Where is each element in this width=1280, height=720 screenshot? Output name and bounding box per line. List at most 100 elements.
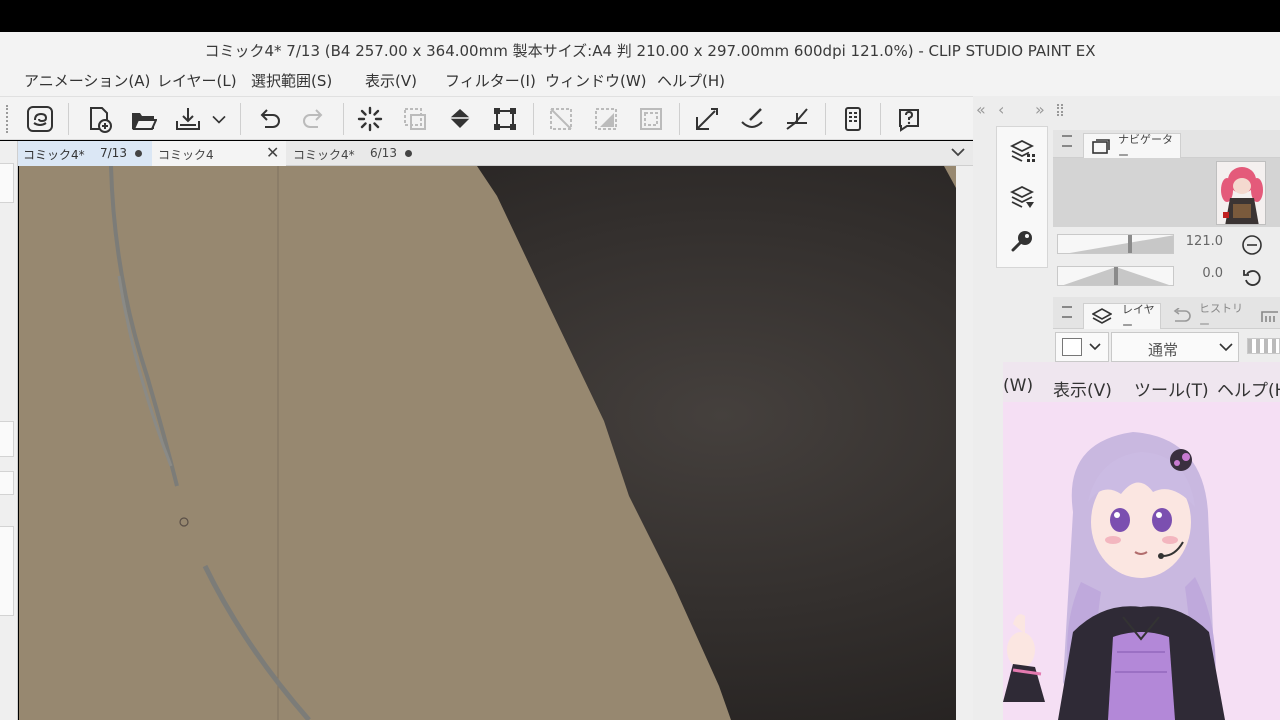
tab-comic4-page6[interactable]: コミック4* 6/13 (286, 141, 420, 166)
expand-right-icon[interactable]: » (1035, 100, 1045, 119)
rotate-slider-row: 0.0 (1053, 261, 1280, 291)
menu-bar: アニメーション(A) レイヤー(L) 選択範囲(S) 表示(V) フィルター(I… (0, 66, 1280, 96)
chevron-down-icon[interactable] (949, 143, 967, 161)
color-swatch (1062, 338, 1082, 356)
extra-panel-icon (1261, 311, 1278, 322)
device-icon[interactable] (837, 103, 869, 135)
overlay-menu-view[interactable]: 表示(V) (1053, 376, 1112, 401)
tab-extra[interactable] (1253, 303, 1280, 329)
opacity-preview[interactable] (1247, 338, 1280, 354)
snap-ruler-icon[interactable] (736, 103, 768, 135)
layer-property-icon[interactable] (1009, 137, 1037, 165)
navigator-icon (1092, 139, 1110, 154)
zoom-out-icon[interactable] (1241, 234, 1263, 256)
thumbnail-artwork (1217, 162, 1265, 224)
menu-help[interactable]: ヘルプ(H) (657, 70, 725, 91)
toolbar-separator (825, 103, 826, 135)
menu-animation[interactable]: アニメーション(A) (24, 70, 150, 91)
toolbar-separator (679, 103, 680, 135)
loading-icon[interactable] (354, 103, 386, 135)
tab-layer[interactable]: レイヤー (1083, 303, 1161, 332)
layer-side-tools (996, 126, 1048, 268)
close-icon[interactable]: ✕ (266, 143, 279, 162)
collapse-left-icon[interactable]: « (976, 100, 986, 119)
window-title: コミック4* 7/13 (B4 257.00 x 364.00mm 製本サイズ:… (204, 42, 1096, 60)
redo-icon[interactable] (298, 103, 330, 135)
layer-color-select[interactable] (1055, 332, 1109, 362)
zoom-slider[interactable] (1057, 234, 1174, 254)
transform-icon[interactable] (489, 103, 521, 135)
screen-top-bar (0, 0, 1280, 32)
chevron-down-icon (1219, 343, 1233, 352)
toolbar-separator (68, 103, 69, 135)
save-icon[interactable] (172, 103, 204, 135)
overlay-menu-bar: (W) 表示(V) ツール(T) ヘルプ(H (1003, 362, 1280, 402)
dock-tab[interactable] (0, 471, 14, 495)
reset-rotation-icon[interactable] (1241, 266, 1263, 288)
menu-filter[interactable]: フィルター(I) (445, 70, 536, 91)
blend-mode-select[interactable]: 通常 (1111, 332, 1239, 362)
undo-icon[interactable] (253, 103, 285, 135)
canvas-artwork (19, 166, 956, 720)
dock-tab[interactable] (0, 526, 14, 616)
clear-outside-icon[interactable] (545, 103, 577, 135)
layer-tab-label: レイヤー (1122, 302, 1155, 332)
search-icon[interactable] (1009, 227, 1037, 255)
menu-view[interactable]: 表示(V) (365, 70, 417, 91)
navigator-thumbnail[interactable] (1216, 161, 1266, 225)
overlay-menu-window[interactable]: (W) (1003, 376, 1033, 396)
clip-studio-icon[interactable] (24, 103, 56, 135)
zoom-value: 121.0 (1185, 234, 1223, 249)
menu-layer[interactable]: レイヤー(L) (157, 70, 237, 91)
blend-mode-value: 通常 (1148, 341, 1179, 359)
panel-menu-icon[interactable] (1062, 135, 1072, 147)
toolbar-grip[interactable] (6, 105, 10, 133)
invert-selection-icon[interactable] (635, 103, 667, 135)
dock-tab[interactable] (0, 163, 14, 203)
tab-title: コミック4* (293, 148, 355, 162)
tab-comic4[interactable]: コミック4 ✕ (152, 141, 286, 166)
menu-selection[interactable]: 選択範囲(S) (251, 70, 332, 91)
new-file-icon[interactable] (83, 103, 115, 135)
panel-menu-icon[interactable] (1062, 306, 1072, 318)
modified-dot-icon (405, 150, 412, 157)
overlay-window: (W) 表示(V) ツール(T) ヘルプ(H (1003, 362, 1280, 720)
character-avatar (1003, 402, 1280, 720)
left-dock-strip (0, 141, 18, 720)
layer-icon (1092, 308, 1112, 324)
prev-icon[interactable]: ‹ (998, 100, 1004, 119)
chevron-down-icon (1089, 343, 1101, 351)
tab-history[interactable]: ヒストリー (1163, 302, 1249, 331)
canvas-scroll-gutter[interactable] (956, 166, 973, 720)
fill-selection-icon[interactable] (590, 103, 622, 135)
save-dropdown-icon[interactable] (207, 103, 231, 135)
menu-window[interactable]: ウィンドウ(W) (545, 70, 647, 91)
dock-tab[interactable] (0, 421, 14, 457)
overlay-menu-tool[interactable]: ツール(T) (1134, 376, 1209, 401)
toolbar-separator (880, 103, 881, 135)
layer-controls: 通常 (1053, 329, 1280, 365)
overlay-menu-help[interactable]: ヘルプ(H (1217, 376, 1280, 401)
history-tab-label: ヒストリー (1199, 302, 1243, 331)
drawing-canvas[interactable] (19, 166, 956, 720)
layer-tab-row: レイヤー ヒストリー (1053, 297, 1280, 332)
rotate-value: 0.0 (1202, 266, 1223, 281)
tab-navigator[interactable]: ナビゲーター (1083, 133, 1181, 162)
deselect-icon[interactable] (399, 103, 431, 135)
toolbar-separator (343, 103, 344, 135)
open-folder-icon[interactable] (127, 103, 159, 135)
command-bar (0, 96, 973, 140)
navigator-tab-row: ナビゲーター (1053, 130, 1280, 162)
tab-comic4-page7[interactable]: コミック4* 7/13 (18, 141, 152, 166)
perspective-ruler-icon[interactable] (781, 103, 813, 135)
rotate-slider[interactable] (1057, 266, 1174, 286)
panel-grip[interactable] (1057, 104, 1063, 116)
fill-icon[interactable] (444, 103, 476, 135)
help-icon[interactable] (893, 103, 925, 135)
ruler-icon[interactable] (691, 103, 723, 135)
zoom-slider-row: 121.0 (1053, 229, 1280, 259)
tab-page: 7/13 (100, 146, 127, 160)
title-bar: コミック4* 7/13 (B4 257.00 x 364.00mm 製本サイズ:… (0, 32, 1280, 66)
layer-search-icon[interactable] (1009, 183, 1037, 211)
document-tab-bar: コミック4* 7/13 コミック4 ✕ コミック4* 6/13 (18, 141, 973, 166)
